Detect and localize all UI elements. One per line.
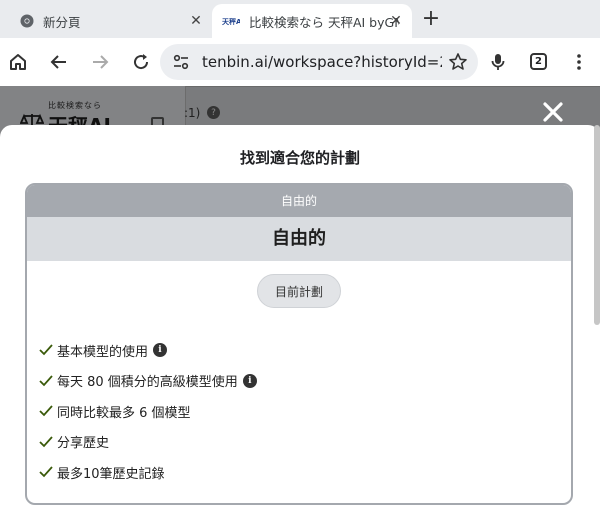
feature-text: 每天 80 個積分的高級模型使用: [57, 375, 238, 391]
feature-text: 分享歷史: [57, 436, 110, 452]
browser-toolbar: tenbin.ai/workspace?historyId=24526 2: [0, 38, 600, 86]
help-icon: ?: [207, 106, 220, 119]
reload-icon[interactable]: [127, 48, 155, 76]
check-icon: [39, 375, 53, 387]
plan-tier-label: 自由的: [27, 185, 571, 217]
plan-modal: 找到適合您的計劃 自由的 自由的 目前計劃 基本模型的使用 i 每天 80 個積…: [0, 125, 600, 511]
modal-title: 找到適合您的計劃: [239, 149, 360, 167]
chrome-icon: [20, 14, 34, 28]
more-menu-icon[interactable]: [565, 48, 593, 76]
site-settings-icon[interactable]: [172, 53, 190, 71]
bookmark-star-icon[interactable]: [448, 52, 468, 72]
list-item: 每天 80 個積分的高級模型使用 i: [39, 366, 257, 397]
background-text: :1): [184, 106, 201, 120]
check-icon: [39, 436, 53, 448]
check-icon: [39, 466, 53, 478]
tab-tenbin[interactable]: 天秤AI 比較検索なら 天秤AI byGMO ✕: [212, 4, 412, 38]
current-plan-button[interactable]: 目前計劃: [257, 274, 341, 308]
close-icon[interactable]: [541, 100, 565, 124]
list-item: 基本模型的使用 i: [39, 335, 257, 366]
check-icon: [39, 405, 53, 417]
url-text[interactable]: tenbin.ai/workspace?historyId=24526: [202, 53, 442, 71]
home-icon[interactable]: [4, 48, 32, 76]
address-bar[interactable]: tenbin.ai/workspace?historyId=24526: [160, 44, 478, 80]
info-icon[interactable]: i: [153, 343, 168, 358]
list-item: 同時比較最多 6 個模型: [39, 396, 257, 427]
list-item: 分享歷史: [39, 427, 257, 458]
info-icon[interactable]: i: [242, 373, 257, 388]
back-arrow-icon[interactable]: [45, 48, 73, 76]
tab-strip: 新分頁 ✕ 天秤AI 比較検索なら 天秤AI byGMO ✕ +: [0, 0, 600, 38]
close-tab-icon[interactable]: ✕: [388, 13, 404, 29]
feature-text: 同時比較最多 6 個模型: [57, 405, 191, 421]
feature-text: 基本模型的使用: [57, 344, 149, 360]
tab-title: 比較検索なら 天秤AI byGMO: [249, 14, 399, 30]
tenbin-favicon: 天秤AI: [222, 14, 240, 28]
svg-text:天秤AI: 天秤AI: [222, 17, 240, 26]
check-icon: [39, 344, 53, 356]
plan-name: 自由的: [27, 217, 571, 261]
tab-new-tab[interactable]: 新分頁 ✕: [0, 4, 212, 38]
tab-count-button[interactable]: 2: [530, 53, 547, 70]
tab-title: 新分頁: [43, 14, 81, 30]
forward-arrow-icon[interactable]: [86, 48, 114, 76]
list-item: 最多10筆歷史記錄: [39, 457, 257, 488]
feature-text: 最多10筆歷史記錄: [57, 466, 165, 482]
microphone-icon[interactable]: [484, 48, 512, 76]
plan-card-free: 自由的 自由的 目前計劃 基本模型的使用 i 每天 80 個積分的高級模型使用 …: [25, 183, 573, 505]
feature-list: 基本模型的使用 i 每天 80 個積分的高級模型使用 i 同時比較最多 6 個模…: [39, 335, 257, 488]
new-tab-button[interactable]: +: [420, 6, 442, 32]
close-tab-icon[interactable]: ✕: [188, 13, 204, 29]
